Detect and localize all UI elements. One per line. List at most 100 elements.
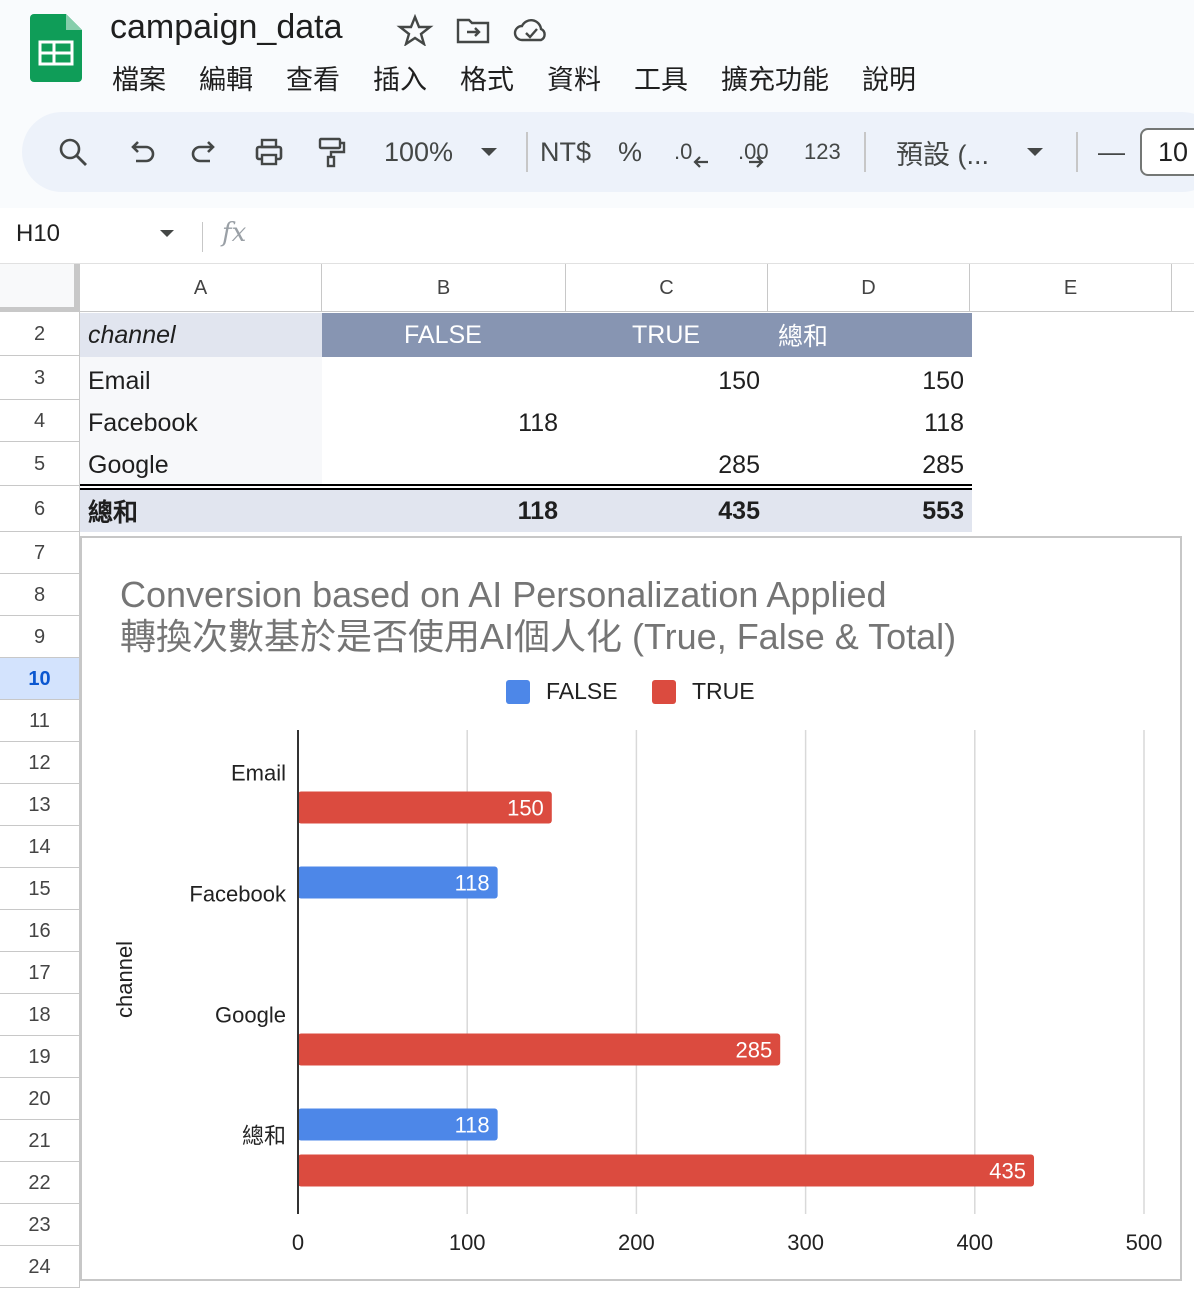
select-all-corner[interactable] bbox=[0, 264, 80, 312]
chart-title[interactable]: Conversion based on AI Personalization A… bbox=[120, 574, 956, 616]
menu-help[interactable]: 說明 bbox=[862, 58, 916, 97]
pivot-header-channel[interactable]: channel bbox=[80, 313, 322, 357]
paint-format-button[interactable] bbox=[314, 112, 348, 192]
pivot-cell-true[interactable] bbox=[566, 401, 768, 445]
chart-subtitle[interactable]: 轉換次數基於是否使用AI個人化 (True, False & Total) bbox=[120, 616, 956, 658]
pivot-header-false[interactable]: FALSE bbox=[404, 313, 482, 357]
column-header-b[interactable]: B bbox=[322, 264, 566, 312]
pivot-cell-false[interactable]: 118 bbox=[322, 401, 566, 445]
y-category-label: 總和 bbox=[242, 1124, 286, 1149]
pivot-cell-true[interactable]: 150 bbox=[566, 359, 768, 403]
menu-edit[interactable]: 編輯 bbox=[199, 58, 253, 97]
bar-value-label: 118 bbox=[455, 1113, 490, 1138]
chevron-down-icon[interactable] bbox=[158, 228, 176, 240]
x-tick-label: 0 bbox=[292, 1230, 304, 1255]
legend-item-false[interactable]: FALSE bbox=[506, 678, 618, 705]
menu-format[interactable]: 格式 bbox=[460, 58, 514, 97]
bar-chart[interactable]: 0 100 200 300 400 500 Email 150 Facebook 118 Googl… bbox=[80, 536, 1182, 1281]
column-header-f[interactable] bbox=[1172, 264, 1194, 312]
cloud-saved-icon[interactable] bbox=[512, 14, 550, 46]
menu-tools[interactable]: 工具 bbox=[634, 58, 688, 97]
row-header-24[interactable]: 24 bbox=[0, 1246, 80, 1288]
pivot-header-true[interactable]: TRUE bbox=[632, 313, 700, 357]
pivot-cell-true[interactable]: 285 bbox=[566, 443, 768, 487]
undo-button[interactable] bbox=[124, 112, 158, 192]
pivot-header-total[interactable]: 總和 bbox=[778, 313, 828, 357]
pivot-grand-total-label[interactable]: 總和 bbox=[80, 490, 322, 532]
row-header-9[interactable]: 9 bbox=[0, 616, 80, 658]
menu-insert[interactable]: 插入 bbox=[373, 58, 427, 97]
font-size-input[interactable]: 10 bbox=[1140, 128, 1194, 176]
row-header-10[interactable]: 10 bbox=[0, 658, 80, 700]
pivot-grand-total-true[interactable]: 435 bbox=[566, 490, 768, 532]
column-header-a[interactable]: A bbox=[80, 264, 322, 312]
more-formats-button[interactable]: 123 bbox=[804, 112, 841, 192]
legend-swatch-true bbox=[652, 679, 676, 704]
pivot-cell-false[interactable] bbox=[322, 359, 566, 403]
y-category-label: Email bbox=[231, 761, 286, 786]
print-button[interactable] bbox=[252, 112, 286, 192]
row-header-20[interactable]: 20 bbox=[0, 1078, 80, 1120]
search-menus-button[interactable] bbox=[56, 112, 90, 192]
legend-item-true[interactable]: TRUE bbox=[652, 678, 755, 705]
pivot-grand-total-total[interactable]: 553 bbox=[768, 490, 972, 532]
menu-view[interactable]: 查看 bbox=[286, 58, 340, 97]
column-header-c[interactable]: C bbox=[566, 264, 768, 312]
row-header-2[interactable]: 2 bbox=[0, 312, 80, 356]
pivot-cell-channel[interactable]: Email bbox=[80, 359, 322, 403]
row-header-11[interactable]: 11 bbox=[0, 700, 80, 742]
bar-true bbox=[298, 1154, 1035, 1187]
name-box[interactable]: H10 bbox=[16, 220, 60, 248]
star-icon[interactable] bbox=[396, 14, 434, 46]
percent-format-button[interactable]: % bbox=[618, 112, 642, 192]
row-header-4[interactable]: 4 bbox=[0, 400, 80, 442]
pivot-cell-total[interactable]: 285 bbox=[768, 443, 972, 487]
pivot-cell-total[interactable]: 150 bbox=[768, 359, 972, 403]
pivot-cell-total[interactable]: 118 bbox=[768, 401, 972, 445]
row-header-8[interactable]: 8 bbox=[0, 574, 80, 616]
menu-data[interactable]: 資料 bbox=[547, 58, 601, 97]
row-header-16[interactable]: 16 bbox=[0, 910, 80, 952]
increase-decimal-button[interactable]: .00 bbox=[738, 112, 769, 192]
menu-file[interactable]: 檔案 bbox=[112, 58, 166, 97]
arrow-left-icon bbox=[693, 156, 709, 168]
zoom-select[interactable]: 100% bbox=[384, 112, 499, 192]
pivot-grand-total-false[interactable]: 118 bbox=[322, 490, 566, 532]
row-header-6[interactable]: 6 bbox=[0, 486, 80, 532]
font-select[interactable]: 預設 (... bbox=[896, 112, 1045, 192]
column-header-e[interactable]: E bbox=[970, 264, 1172, 312]
move-folder-icon[interactable] bbox=[454, 14, 492, 46]
row-header-15[interactable]: 15 bbox=[0, 868, 80, 910]
formula-divider bbox=[202, 222, 203, 252]
menu-extensions[interactable]: 擴充功能 bbox=[721, 58, 829, 97]
document-title[interactable]: campaign_data bbox=[110, 8, 343, 47]
row-header-18[interactable]: 18 bbox=[0, 994, 80, 1036]
x-tick-label: 300 bbox=[787, 1230, 824, 1255]
legend-label-true: TRUE bbox=[692, 678, 755, 704]
arrow-right-icon bbox=[748, 156, 764, 168]
undo-icon bbox=[131, 141, 155, 163]
row-header-13[interactable]: 13 bbox=[0, 784, 80, 826]
row-header-7[interactable]: 7 bbox=[0, 532, 80, 574]
decrease-decimal-button[interactable]: .0 bbox=[674, 112, 710, 192]
pivot-cell-channel[interactable]: Google bbox=[80, 443, 322, 487]
sheets-logo-icon[interactable] bbox=[30, 14, 82, 82]
row-header-17[interactable]: 17 bbox=[0, 952, 80, 994]
row-header-5[interactable]: 5 bbox=[0, 442, 80, 486]
decrease-font-size-button[interactable]: — bbox=[1098, 112, 1125, 192]
column-header-d[interactable]: D bbox=[768, 264, 970, 312]
pivot-cell-false[interactable] bbox=[322, 443, 566, 487]
pivot-cell-channel[interactable]: Facebook bbox=[80, 401, 322, 445]
row-header-3[interactable]: 3 bbox=[0, 356, 80, 400]
x-tick-label: 200 bbox=[618, 1230, 655, 1255]
bar-true bbox=[298, 1033, 781, 1066]
row-header-19[interactable]: 19 bbox=[0, 1036, 80, 1078]
chevron-down-icon bbox=[481, 148, 498, 156]
row-header-22[interactable]: 22 bbox=[0, 1162, 80, 1204]
row-header-14[interactable]: 14 bbox=[0, 826, 80, 868]
row-header-21[interactable]: 21 bbox=[0, 1120, 80, 1162]
currency-format-button[interactable]: NT$ bbox=[540, 112, 591, 192]
redo-button[interactable] bbox=[188, 112, 222, 192]
row-header-23[interactable]: 23 bbox=[0, 1204, 80, 1246]
row-header-12[interactable]: 12 bbox=[0, 742, 80, 784]
